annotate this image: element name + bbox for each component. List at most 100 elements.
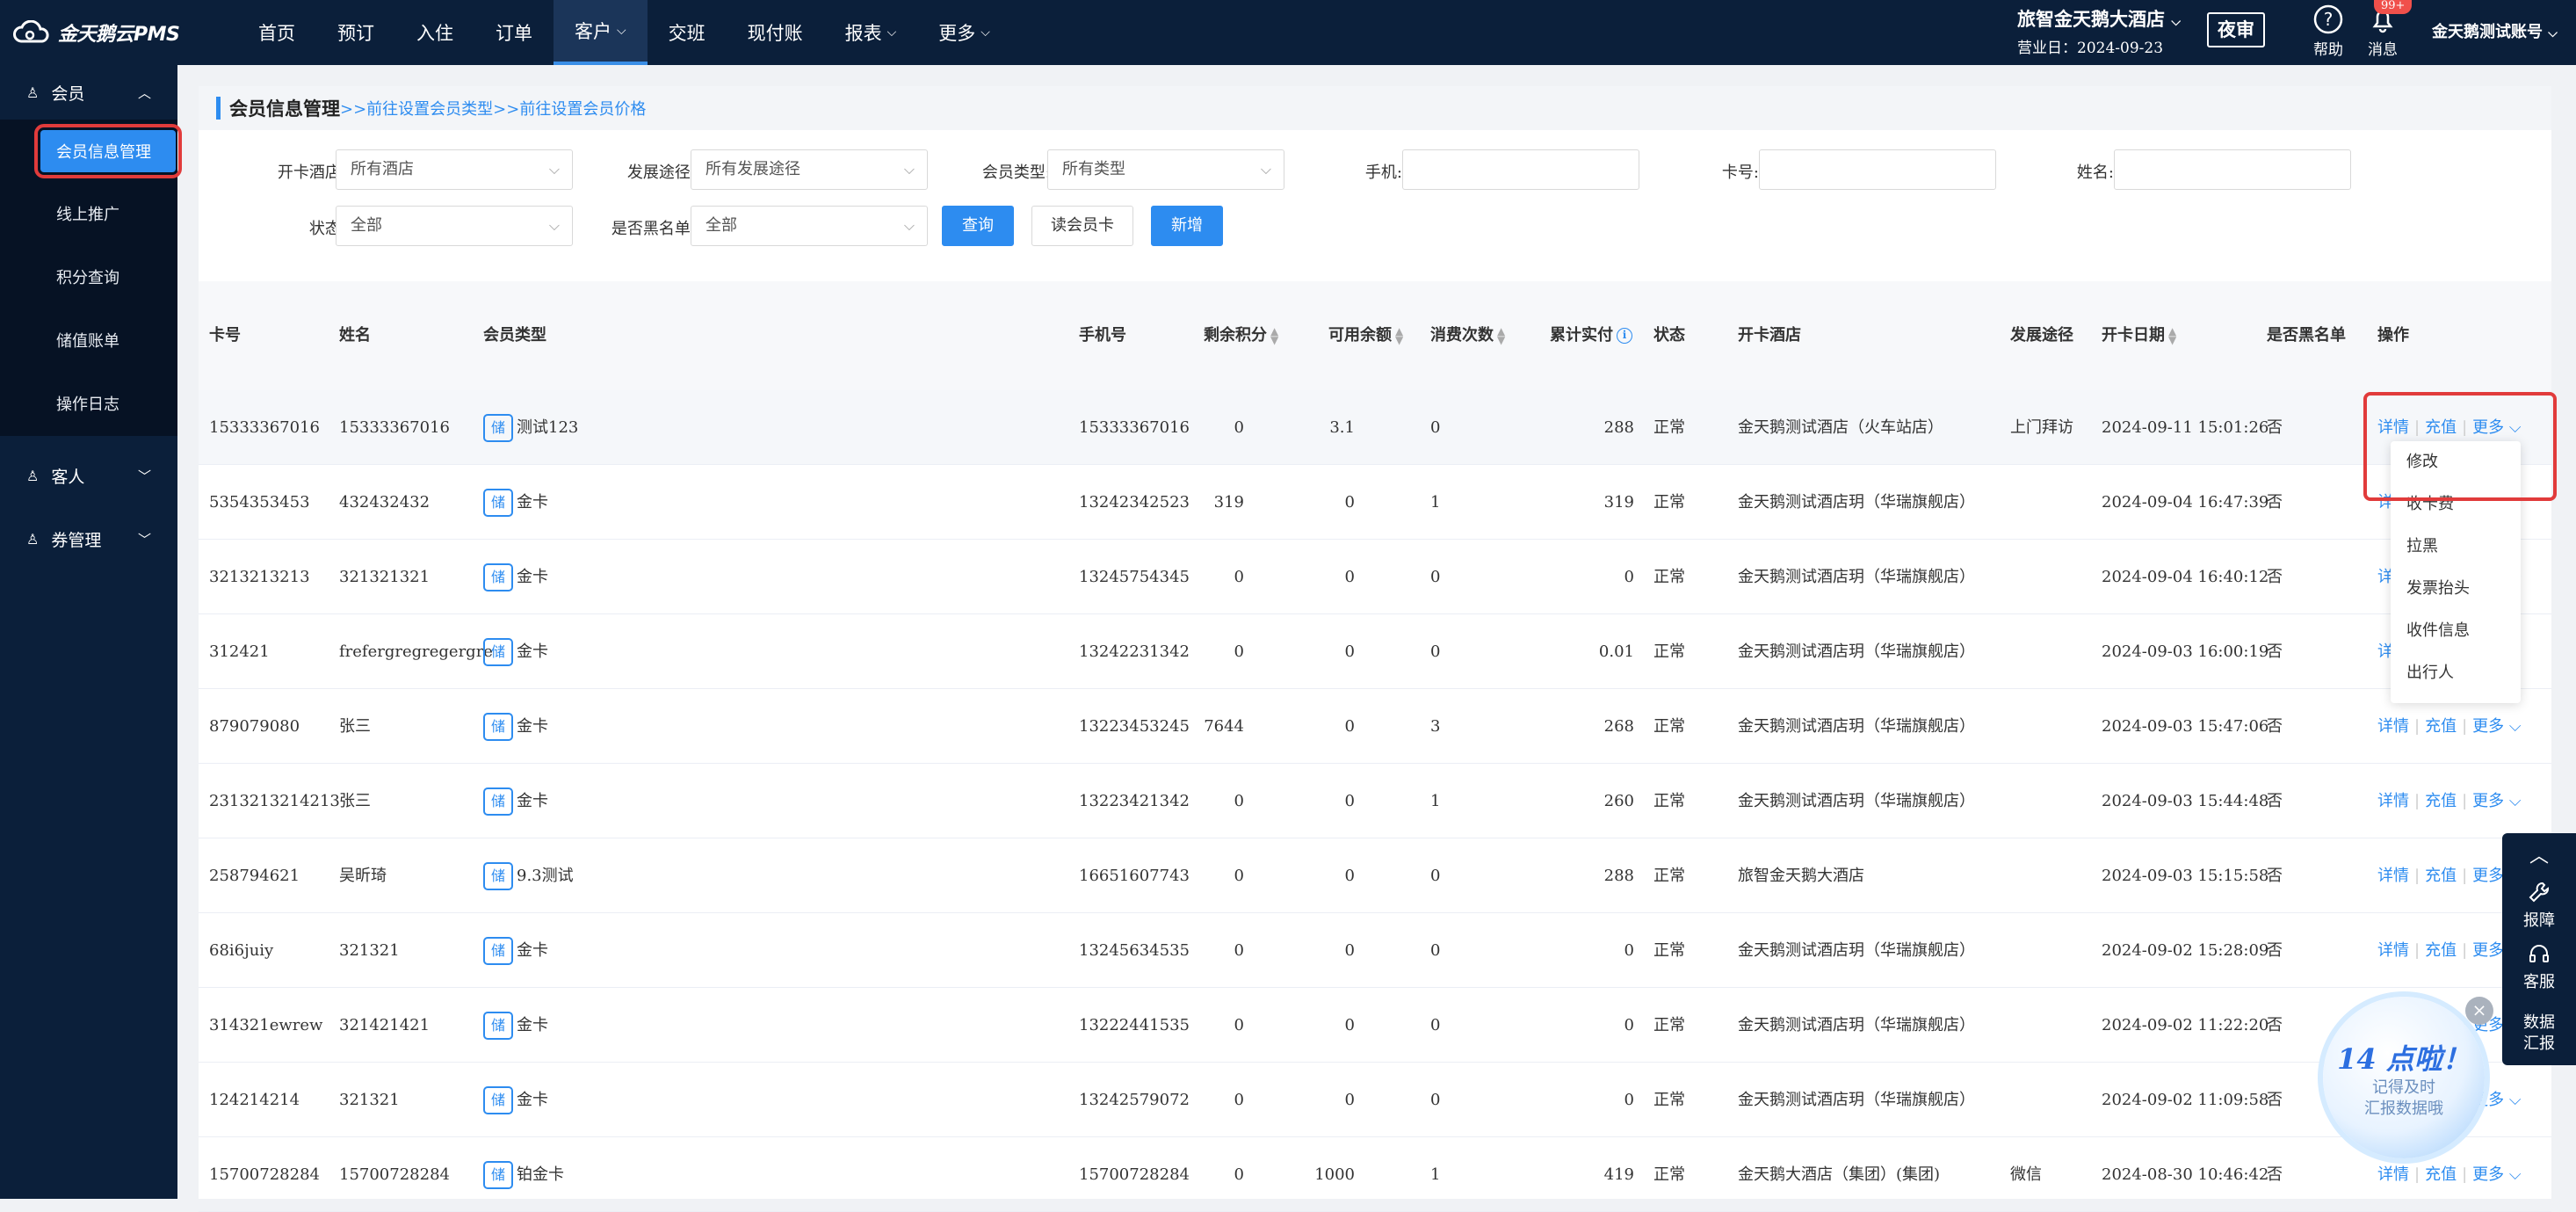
hotel-name[interactable]: 旅智金天鹅大酒店	[2017, 8, 2165, 30]
scroll-top-button[interactable]: ︿	[2502, 833, 2576, 875]
card-no-input[interactable]	[1759, 149, 1996, 190]
stored-value-tag: 储	[483, 937, 513, 965]
cell-blacklist: 否	[2267, 418, 2283, 437]
recharge-link[interactable]: 充值	[2425, 941, 2457, 960]
cell-open-date: 2024-09-03 15:47:06	[2102, 717, 2269, 736]
cell-blacklist: 否	[2267, 1016, 2283, 1034]
nav-item[interactable]: 客户 ⌵	[554, 0, 648, 65]
status-select[interactable]: 全部 ⌵	[336, 206, 573, 246]
detail-link[interactable]: 详情	[2377, 418, 2409, 437]
account-label[interactable]: 金天鹅测试账号	[2432, 23, 2543, 41]
close-icon[interactable]: ×	[2465, 997, 2493, 1025]
more-menu-item[interactable]: 收卡费	[2391, 483, 2521, 526]
report-reminder-popup[interactable]: 14 点啦！ 记得及时 汇报数据哦	[2323, 997, 2485, 1158]
channel-select[interactable]: 所有发展途径 ⌵	[691, 149, 928, 190]
cell-member-type: 储铂金卡	[483, 1137, 564, 1212]
phone-input[interactable]	[1402, 149, 1639, 190]
sidebar-group-label: 客人	[51, 467, 85, 487]
name-input[interactable]	[2114, 149, 2351, 190]
logo[interactable]: 金天鹅云PMS	[12, 16, 180, 49]
nav-item[interactable]: 预订	[316, 0, 395, 65]
chevron-down-icon: ⌵	[2504, 1091, 2522, 1109]
wrench-icon	[2529, 882, 2549, 903]
cell-open-hotel: 金天鹅测试酒店玥（华瑞旗舰店）	[1738, 941, 1975, 960]
recharge-link[interactable]: 充值	[2425, 717, 2457, 736]
sidebar-item-online-promotion[interactable]: 线上推广	[0, 189, 177, 238]
sidebar-group-guest[interactable]: ♙ 客人 ﹀	[0, 448, 177, 503]
blacklist-select[interactable]: 全部 ⌵	[691, 206, 928, 246]
more-link[interactable]: 更多	[2472, 717, 2504, 736]
detail-link[interactable]: 详情	[2377, 941, 2409, 960]
recharge-link[interactable]: 充值	[2425, 867, 2457, 885]
detail-link[interactable]: 详情	[2377, 867, 2409, 885]
stored-value-tag: 储	[483, 787, 513, 816]
sidebar-group-coupon[interactable]: ♙ 券管理 ﹀	[0, 512, 177, 566]
col-points[interactable]: 剩余积分 ▲ ▼	[1204, 281, 1278, 390]
cell-member-type: 储金卡	[483, 614, 548, 689]
sort-icon[interactable]: ▲ ▼	[1270, 326, 1278, 345]
hotel-switcher[interactable]: 旅智金天鹅大酒店 ⌵ 营业日：2024-09-23	[2017, 5, 2193, 57]
read-card-button[interactable]: 读会员卡	[1031, 206, 1133, 246]
sort-icon[interactable]: ▲ ▼	[1497, 326, 1505, 345]
detail-link[interactable]: 详情	[2377, 717, 2409, 736]
recharge-link[interactable]: 充值	[2425, 1165, 2457, 1184]
nav-item[interactable]: 报表 ⌵	[824, 0, 918, 65]
account-menu[interactable]: 金天鹅测试账号 ⌵	[2432, 19, 2558, 42]
business-date: 营业日：2024-09-23	[2017, 40, 2164, 57]
sidebar-item-operation-log[interactable]: 操作日志	[0, 379, 177, 428]
customer-service-label: 客服	[2523, 973, 2555, 991]
detail-link[interactable]: 详情	[2377, 1165, 2409, 1184]
report-fault-label: 报障	[2523, 911, 2555, 930]
link-member-type-settings[interactable]: >>前往设置会员类型	[340, 97, 493, 120]
nav-item[interactable]: 订单	[474, 0, 554, 65]
member-type-select[interactable]: 所有类型 ⌵	[1047, 149, 1284, 190]
query-button[interactable]: 查询	[942, 206, 1014, 246]
cell-consume-count: 1	[1430, 493, 1441, 512]
chevron-down-icon: ⌵	[886, 25, 897, 40]
open-hotel-select[interactable]: 所有酒店 ⌵	[336, 149, 573, 190]
report-fault-button[interactable]: 报障	[2502, 875, 2576, 937]
col-phone: 手机号	[1079, 326, 1126, 345]
sidebar-item-stored-bill[interactable]: 储值账单	[0, 316, 177, 365]
col-balance[interactable]: 可用余额 ▲ ▼	[1328, 281, 1403, 390]
recharge-link[interactable]: 充值	[2425, 792, 2457, 810]
more-link[interactable]: 更多	[2472, 1165, 2504, 1184]
more-menu-item[interactable]: 出行人	[2391, 652, 2521, 694]
more-link[interactable]: 更多	[2472, 418, 2504, 437]
sidebar-group-member[interactable]: ♙ 会员 ︿	[0, 65, 177, 120]
col-open-date[interactable]: 开卡日期 ▲ ▼	[2102, 281, 2176, 390]
more-menu-item[interactable]: 修改	[2391, 441, 2521, 483]
sidebar-item-points-query[interactable]: 积分查询	[0, 252, 177, 301]
detail-link[interactable]: 详情	[2377, 792, 2409, 810]
customer-service-button[interactable]: 客服	[2502, 937, 2576, 998]
more-link[interactable]: 更多	[2472, 792, 2504, 810]
col-consume-count-label: 消费次数	[1430, 326, 1494, 345]
nav-item[interactable]: 入住	[395, 0, 474, 65]
sidebar-item-member-info[interactable]: 会员信息管理	[34, 124, 182, 178]
night-audit-button[interactable]: 夜审	[2207, 12, 2265, 47]
more-link[interactable]: 更多	[2472, 941, 2504, 960]
sort-icon[interactable]: ▲ ▼	[1395, 326, 1403, 345]
more-link[interactable]: 更多	[2472, 867, 2504, 885]
cell-consume-count: 0	[1430, 418, 1441, 437]
nav-item[interactable]: 更多 ⌵	[917, 0, 1011, 65]
add-member-button[interactable]: 新增	[1151, 206, 1223, 246]
info-icon[interactable]: i	[1617, 328, 1632, 344]
more-menu-item[interactable]: 收件信息	[2391, 610, 2521, 652]
recharge-link[interactable]: 充值	[2425, 418, 2457, 437]
cell-status: 正常	[1653, 792, 1685, 810]
more-menu-item[interactable]: 拉黑	[2391, 526, 2521, 568]
sort-icon[interactable]: ▲ ▼	[2168, 326, 2176, 345]
nav-item[interactable]: 首页	[237, 0, 316, 65]
link-member-price-settings[interactable]: >>前往设置会员价格	[493, 97, 646, 120]
cell-total-paid: 288	[1603, 867, 1634, 885]
col-consume-count[interactable]: 消费次数 ▲ ▼	[1430, 281, 1505, 390]
help-button[interactable]: ? 帮助	[2302, 4, 2355, 59]
nav-item[interactable]: 交班	[648, 0, 727, 65]
cell-member-type: 储金卡	[483, 689, 548, 764]
cell-open-hotel: 金天鹅测试酒店玥（华瑞旗舰店）	[1738, 568, 1975, 586]
nav-item[interactable]: 现付账	[727, 0, 824, 65]
cell-blacklist: 否	[2267, 941, 2283, 960]
more-menu-item[interactable]: 发票抬头	[2391, 568, 2521, 610]
data-report-button[interactable]: 数据 汇报	[2502, 998, 2576, 1060]
